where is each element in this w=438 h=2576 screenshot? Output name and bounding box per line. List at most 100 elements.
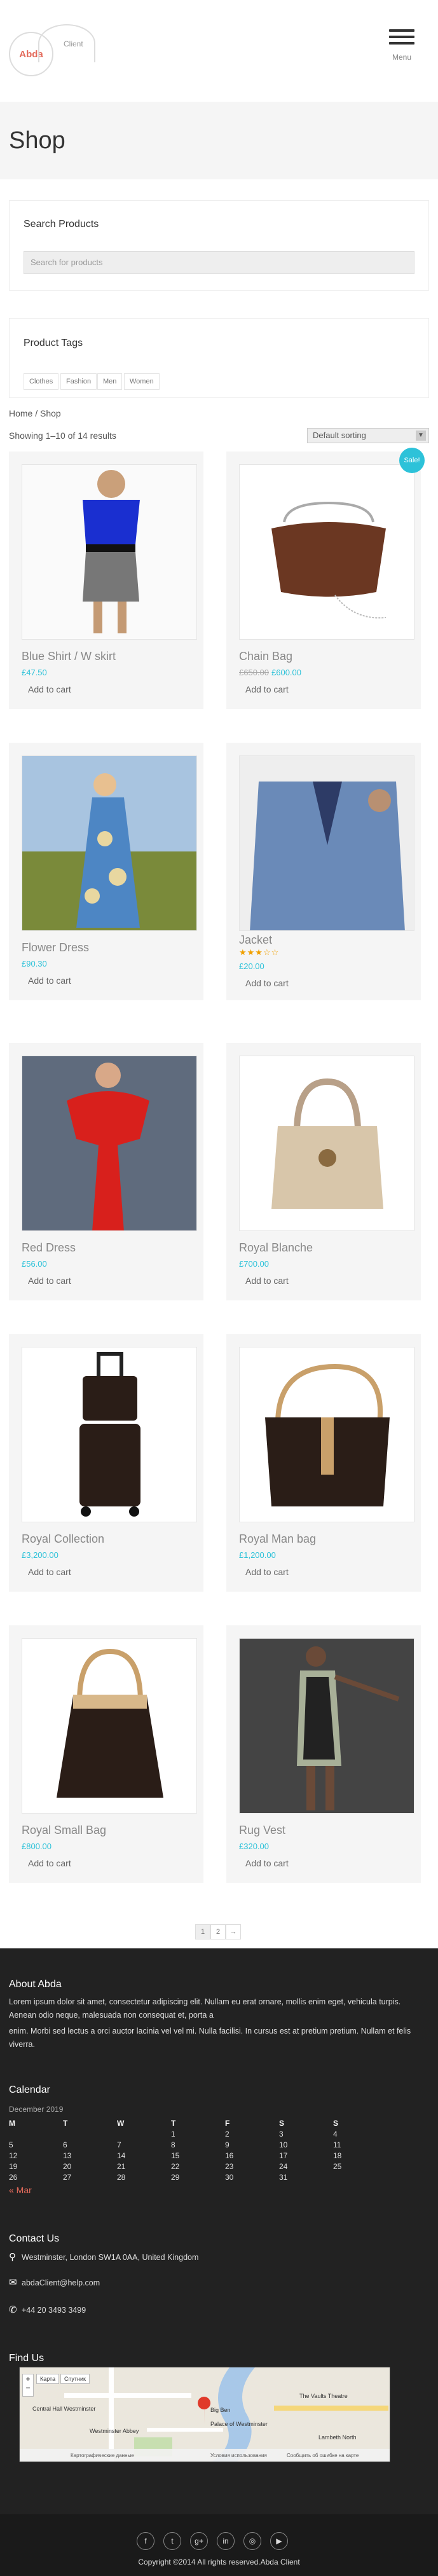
facebook-icon[interactable]: f <box>137 2532 154 2550</box>
product-image-royal-collection[interactable] <box>22 1347 197 1522</box>
contact-email[interactable]: ✉ abdaClient@help.com <box>9 2276 100 2288</box>
satellite-button[interactable]: Спутник <box>60 2374 90 2384</box>
calendar-prev-link[interactable]: « Mar <box>9 2185 429 2195</box>
zoom-controls[interactable]: + − <box>22 2374 34 2397</box>
result-count: Showing 1–10 of 14 results <box>9 430 116 441</box>
next-page-arrow-icon[interactable]: → <box>226 1924 241 1939</box>
map-footer-label[interactable]: Условия использования <box>210 2453 267 2458</box>
tag-women[interactable]: Women <box>124 373 160 390</box>
product-image-chain-bag[interactable] <box>239 464 414 640</box>
menu-label[interactable]: Menu <box>389 53 414 62</box>
add-to-cart-button[interactable]: Add to cart <box>28 684 71 694</box>
product-price: £56.00 <box>22 1259 47 1269</box>
add-to-cart-button[interactable]: Add to cart <box>245 684 289 694</box>
product-image-flower-dress[interactable] <box>22 755 197 931</box>
product-name[interactable]: Royal Blanche <box>239 1241 313 1255</box>
embedded-map[interactable]: Карта Спутник + − Palace of Westminster C… <box>19 2367 390 2462</box>
product-price: £47.50 <box>22 668 47 677</box>
product-card[interactable]: Rug Vest £320.00 Add to cart <box>226 1625 421 1883</box>
search-widget-title: Search Products <box>24 219 99 230</box>
youtube-icon[interactable]: ▶ <box>270 2532 288 2550</box>
product-image-red-dress[interactable] <box>22 1056 197 1231</box>
add-to-cart-button[interactable]: Add to cart <box>28 1858 71 1868</box>
map-footer-label[interactable]: Сообщить об ошибке на карте <box>287 2453 359 2458</box>
map-pin-icon: ⚲ <box>9 2252 16 2263</box>
map-label: Central Hall Westminster <box>32 2406 96 2412</box>
product-name[interactable]: Jacket <box>239 933 272 947</box>
add-to-cart-button[interactable]: Add to cart <box>245 1858 289 1868</box>
product-price: £20.00 <box>239 961 264 971</box>
product-price: £700.00 <box>239 1259 269 1269</box>
product-name[interactable]: Chain Bag <box>239 650 292 663</box>
breadcrumb[interactable]: Home / Shop <box>9 408 61 418</box>
product-card[interactable]: Jacket ★★★☆☆ £20.00 Add to cart <box>226 743 421 1000</box>
linkedin-icon[interactable]: in <box>217 2532 235 2550</box>
calendar-week: 26 27 28 29 30 31 <box>9 2173 288 2182</box>
add-to-cart-button[interactable]: Add to cart <box>245 978 289 988</box>
chevron-down-icon: ▼ <box>416 430 426 441</box>
phone-icon: ✆ <box>9 2304 17 2315</box>
product-name[interactable]: Flower Dress <box>22 941 89 954</box>
contact-address: ⚲ Westminster, London SW1A 0AA, United Ki… <box>9 2252 199 2263</box>
instagram-icon[interactable]: ◎ <box>243 2532 261 2550</box>
page-1[interactable]: 1 <box>195 1924 210 1939</box>
calendar: December 2019 MTWTFSS 1234 5 6 7 8 9 10 11 12 1… <box>9 2105 429 2195</box>
add-to-cart-button[interactable]: Add to cart <box>28 1276 71 1286</box>
contact-title: Contact Us <box>9 2233 60 2244</box>
sale-badge: Sale! <box>399 448 425 473</box>
tag-men[interactable]: Men <box>97 373 123 390</box>
product-name[interactable]: Red Dress <box>22 1241 76 1255</box>
calendar-week: 19 20 21 22 23 24 25 <box>9 2162 342 2171</box>
product-price: £320.00 <box>239 1842 269 1851</box>
map-footer-label: Картографические данные <box>71 2453 134 2458</box>
product-card[interactable]: Sale! Chain Bag £650.00 £600.00 Add to ca… <box>226 448 425 709</box>
add-to-cart-button[interactable]: Add to cart <box>28 1567 71 1577</box>
twitter-icon[interactable]: t <box>163 2532 181 2550</box>
rating-stars: ★★★☆☆ <box>239 947 280 957</box>
page-2[interactable]: 2 <box>210 1924 226 1939</box>
product-card[interactable]: Red Dress £56.00 Add to cart <box>9 1043 203 1300</box>
product-name[interactable]: Royal Man bag <box>239 1533 316 1546</box>
product-name[interactable]: Blue Shirt / W skirt <box>22 650 116 663</box>
product-name[interactable]: Rug Vest <box>239 1824 285 1837</box>
tag-fashion[interactable]: Fashion <box>60 373 97 390</box>
product-price: £1,200.00 <box>239 1550 276 1560</box>
map-label: The Vaults Theatre <box>299 2393 348 2399</box>
product-image-blue-shirt[interactable] <box>22 464 197 640</box>
sort-select[interactable]: Default sorting ▼ <box>307 428 429 443</box>
product-name[interactable]: Royal Small Bag <box>22 1824 106 1837</box>
sort-selected: Default sorting <box>313 430 366 440</box>
search-input[interactable]: Search for products <box>24 251 414 274</box>
product-card[interactable]: Flower Dress £90.30 Add to cart <box>9 743 203 1000</box>
tag-clothes[interactable]: Clothes <box>24 373 59 390</box>
add-to-cart-button[interactable]: Add to cart <box>245 1276 289 1286</box>
map-label: Palace of Westminster <box>210 2421 268 2427</box>
product-image-jacket[interactable] <box>239 755 414 931</box>
menu-icon[interactable] <box>389 29 414 48</box>
product-name[interactable]: Royal Collection <box>22 1533 104 1546</box>
product-sale-price: £600.00 <box>271 668 301 677</box>
add-to-cart-button[interactable]: Add to cart <box>28 975 71 986</box>
product-card[interactable]: Royal Blanche £700.00 Add to cart <box>226 1043 421 1300</box>
product-image-royal-blanche[interactable] <box>239 1056 414 1231</box>
product-price: £3,200.00 <box>22 1550 58 1560</box>
tags-widget-title: Product Tags <box>24 338 83 348</box>
about-text-2: enim. Morbi sed lectus a orci auctor lac… <box>9 2027 411 2049</box>
product-card[interactable]: Blue Shirt / W skirt £47.50 Add to cart <box>9 451 203 709</box>
product-image-royal-man-bag[interactable] <box>239 1347 414 1522</box>
add-to-cart-button[interactable]: Add to cart <box>245 1567 289 1577</box>
google-plus-icon[interactable]: g+ <box>190 2532 208 2550</box>
product-old-price: £650.00 <box>239 668 269 677</box>
product-card[interactable]: Royal Collection £3,200.00 Add to cart <box>9 1334 203 1592</box>
product-image-rug-vest[interactable] <box>239 1638 414 1814</box>
product-price: £650.00 £600.00 <box>239 668 301 677</box>
product-card[interactable]: Royal Small Bag £800.00 Add to cart <box>9 1625 203 1883</box>
envelope-icon: ✉ <box>9 2277 17 2288</box>
product-image-royal-small-bag[interactable] <box>22 1638 197 1814</box>
calendar-week: 1234 <box>171 2130 338 2139</box>
tags-widget: Product Tags Clothes Fashion Men Women <box>9 318 429 398</box>
product-price: £800.00 <box>22 1842 51 1851</box>
product-card[interactable]: Royal Man bag £1,200.00 Add to cart <box>226 1334 421 1592</box>
page-title-bar: Shop <box>0 102 438 179</box>
map-type-button[interactable]: Карта <box>36 2374 60 2384</box>
